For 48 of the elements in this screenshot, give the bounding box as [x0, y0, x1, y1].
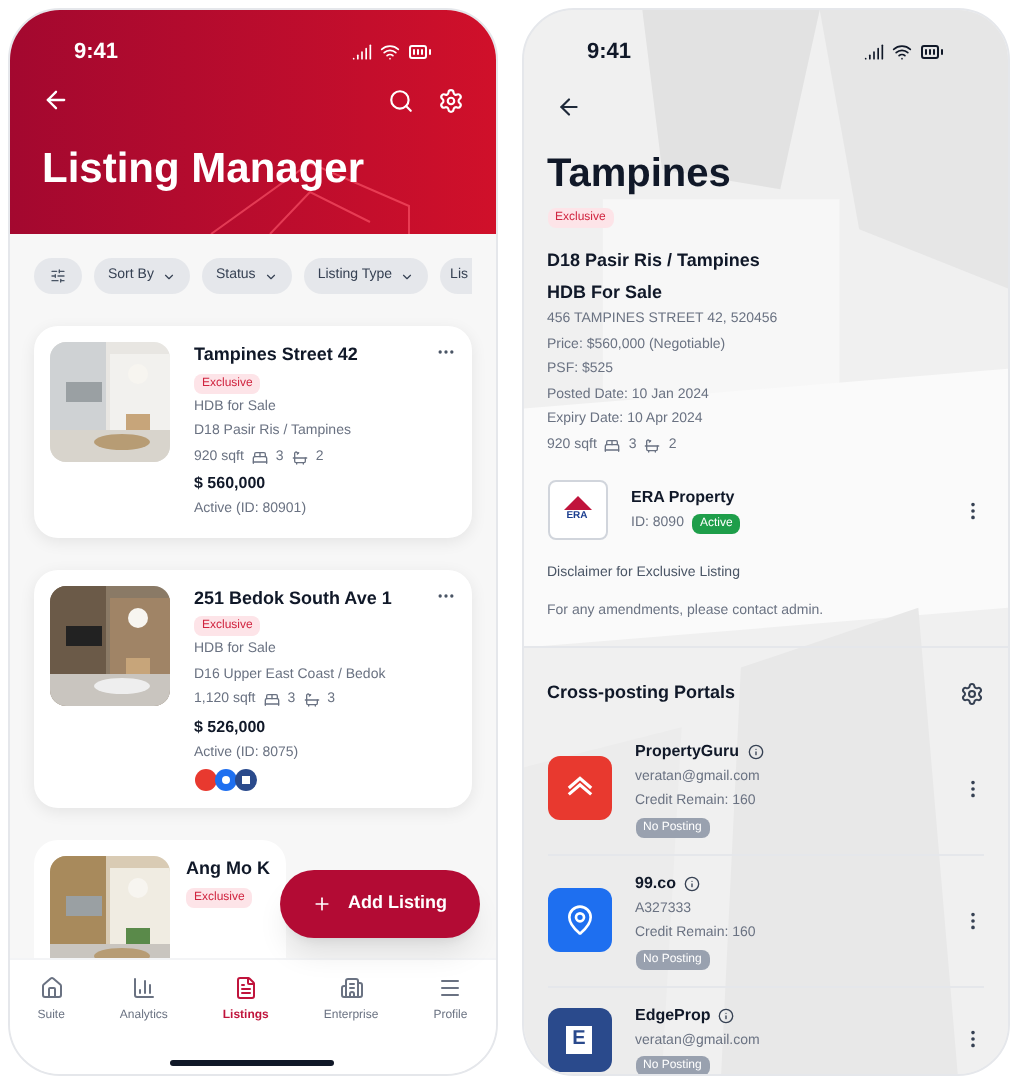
info-icon[interactable]	[718, 1007, 735, 1023]
battery-icon	[407, 40, 431, 64]
search-icon[interactable]	[387, 87, 413, 113]
back-icon[interactable]	[42, 86, 70, 114]
building-icon	[339, 976, 364, 1000]
status-time: 9:41	[74, 37, 119, 68]
filter-icon	[50, 268, 66, 284]
section-title: Cross-posting Portals	[547, 680, 736, 706]
info-icon[interactable]	[683, 875, 700, 891]
add-listing-button[interactable]: Add Listing	[280, 870, 479, 938]
chart-icon	[131, 976, 156, 1000]
page-title: Listing Manager	[42, 144, 365, 196]
status-time: 9:41	[587, 37, 632, 68]
listing-price: $ 560,000	[194, 472, 268, 496]
menu-icon	[438, 976, 463, 1000]
wifi-icon	[379, 42, 399, 62]
back-icon[interactable]	[555, 94, 581, 120]
plus-icon	[312, 894, 332, 914]
portal-name: PropertyGuru	[635, 739, 740, 763]
bath-icon	[291, 449, 308, 466]
bath-icon	[644, 437, 661, 454]
property-title: Tampines	[547, 150, 733, 200]
document-icon	[233, 976, 258, 1000]
home-icon	[39, 976, 64, 1000]
property-district: D18 Pasir Ris / Tampines	[547, 248, 762, 274]
agency-name: ERA Property	[631, 485, 737, 510]
bed-icon	[251, 449, 268, 466]
caret-icon	[161, 269, 176, 283]
listing-title: 251 Bedok South Ave 1	[194, 585, 392, 611]
filter-button[interactable]	[34, 258, 82, 294]
caret-icon	[400, 269, 415, 283]
portal-logo: E	[547, 1007, 611, 1072]
bath-icon	[303, 692, 320, 709]
signal-icon	[351, 42, 371, 62]
listing-title: Tampines Street 42	[194, 342, 358, 368]
battery-icon	[920, 40, 944, 64]
property-type: HDB For Sale	[547, 279, 665, 305]
portal-name: 99.co	[635, 871, 676, 895]
listing-price: $ 526,000	[194, 715, 268, 739]
info-icon[interactable]	[747, 743, 764, 759]
signal-icon	[864, 42, 884, 62]
bed-icon	[604, 437, 621, 454]
bed-icon	[263, 692, 280, 709]
portal-name: EdgeProp	[635, 1003, 711, 1027]
wifi-icon	[892, 42, 912, 62]
settings-icon[interactable]	[960, 681, 984, 706]
caret-icon	[263, 269, 278, 283]
listing-title: Ang Mo K	[186, 856, 270, 882]
